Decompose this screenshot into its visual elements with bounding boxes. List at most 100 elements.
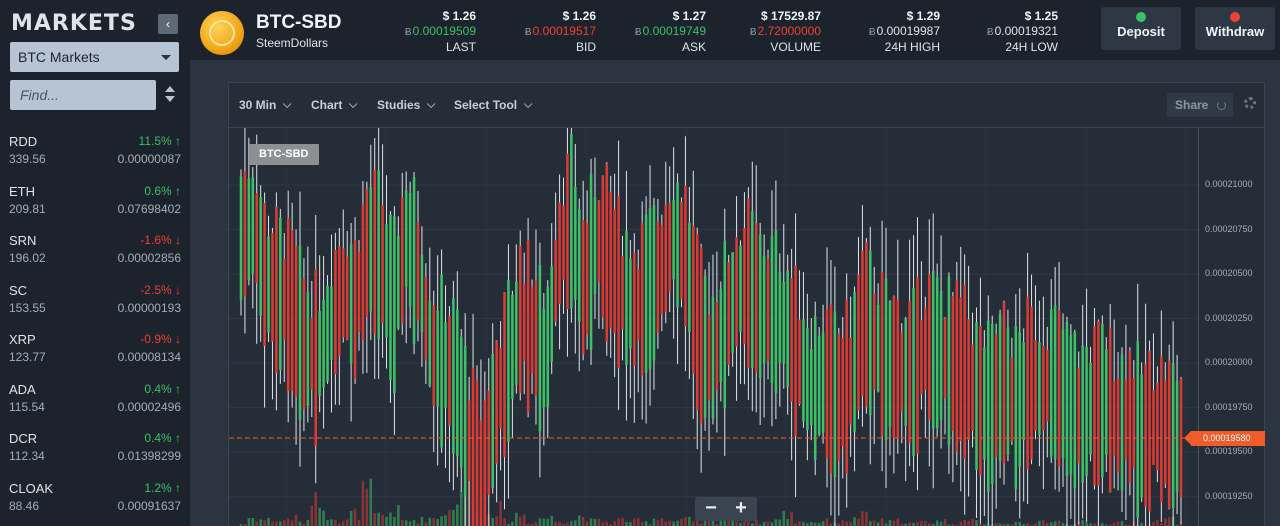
volume-bar xyxy=(589,518,593,526)
sort-toggle-icon[interactable] xyxy=(164,86,176,104)
interval-dropdown[interactable]: 30 Min xyxy=(239,98,292,112)
candle-body xyxy=(963,284,966,459)
market-row-rdd[interactable]: RDD 11.5% ↑ 339.56 0.00000087 xyxy=(0,130,190,180)
market-row-srn[interactable]: SRN -1.6% ↓ 196.02 0.00002856 xyxy=(0,229,190,279)
candle-body xyxy=(566,153,569,309)
market-row-ada[interactable]: ADA 0.4% ↑ 115.54 0.00002496 xyxy=(0,378,190,428)
candle-body xyxy=(397,235,400,329)
candlestick-plot[interactable] xyxy=(229,128,1198,526)
candle-body xyxy=(1034,340,1037,432)
candle-body xyxy=(715,302,719,391)
volume-bar xyxy=(664,521,668,526)
zoom-out-button[interactable]: − xyxy=(701,497,721,521)
candle-body xyxy=(865,242,868,408)
market-price: 0.07698402 xyxy=(117,201,181,216)
volume-bar xyxy=(975,520,978,526)
volume-bar xyxy=(908,522,911,526)
candle-body xyxy=(947,276,951,445)
candle-body xyxy=(1022,342,1025,441)
candle-body xyxy=(837,334,841,462)
candle-body xyxy=(790,278,793,402)
market-select[interactable]: BTC Markets xyxy=(10,42,179,72)
candle-body xyxy=(676,182,679,308)
candle-body xyxy=(1128,350,1132,483)
candle-body xyxy=(1171,363,1175,509)
chevron-left-icon[interactable]: ‹ xyxy=(158,14,178,34)
candle-body xyxy=(526,240,530,413)
volume-bar xyxy=(1018,521,1022,526)
sort-down-icon xyxy=(165,96,175,102)
volume-bar xyxy=(1152,521,1155,526)
candle-body xyxy=(475,380,479,526)
candle-body xyxy=(1030,306,1033,460)
candle-body xyxy=(833,311,837,478)
volume-bar xyxy=(365,488,369,526)
stat-label: LAST xyxy=(445,40,476,54)
candle-body xyxy=(880,271,884,436)
stat-usd: $ 1.29 xyxy=(906,9,940,23)
candle-body xyxy=(357,251,361,332)
withdraw-label: Withdraw xyxy=(1205,24,1265,39)
candle-body xyxy=(483,400,487,526)
candle-body xyxy=(251,177,255,274)
candle-body xyxy=(1097,320,1100,486)
market-row-xrp[interactable]: XRP -0.9% ↓ 123.77 0.00008134 xyxy=(0,328,190,378)
volume-bar xyxy=(459,491,463,526)
candle-body xyxy=(550,266,553,362)
market-volume: 339.56 xyxy=(9,152,46,166)
candle-body xyxy=(507,279,510,442)
market-volume: 123.77 xyxy=(9,350,46,364)
market-row-eth[interactable]: ETH 0.6% ↑ 209.81 0.07698402 xyxy=(0,180,190,230)
volume-bar xyxy=(581,516,585,526)
candle-body xyxy=(247,178,251,281)
zoom-in-button[interactable]: + xyxy=(731,497,751,521)
volume-bar xyxy=(916,522,919,526)
select-tool-dropdown[interactable]: Select Tool xyxy=(454,98,533,112)
share-label: Share xyxy=(1175,98,1209,112)
market-change: -0.9% ↓ xyxy=(140,332,181,346)
candle-body xyxy=(1136,340,1140,518)
select-tool-label: Select Tool xyxy=(454,98,518,112)
volume-bar xyxy=(770,522,774,526)
volume-bar xyxy=(251,518,255,526)
volume-bar xyxy=(613,521,616,526)
candle-body xyxy=(420,254,424,333)
volume-bar xyxy=(294,514,298,526)
candle-body xyxy=(499,347,502,429)
candle-body xyxy=(302,278,306,409)
candle-body xyxy=(518,245,522,393)
volume-bar xyxy=(943,519,947,526)
deposit-button[interactable]: Deposit xyxy=(1101,7,1181,50)
price-axis: 0.00021000 0.00020750 0.00020500 0.00020250… xyxy=(1184,128,1266,526)
candle-body xyxy=(259,197,262,316)
share-button[interactable]: Share xyxy=(1167,93,1233,117)
candle-body xyxy=(660,224,664,314)
candle-body xyxy=(271,232,274,342)
volume-bar xyxy=(400,520,404,526)
candle-body xyxy=(806,327,809,430)
bitcoin-icon: Ƀ xyxy=(986,27,994,38)
y-tick-label: 0.00020000 xyxy=(1205,357,1253,368)
search-input[interactable] xyxy=(10,80,156,110)
market-row-dcr[interactable]: DCR 0.4% ↑ 112.34 0.01398299 xyxy=(0,427,190,477)
volume-bar xyxy=(550,515,553,526)
candle-body xyxy=(341,248,345,338)
studies-dropdown[interactable]: Studies xyxy=(377,98,436,112)
market-row-cloak[interactable]: CLOAK 1.2% ↑ 88.46 0.00091637 xyxy=(0,477,190,526)
gear-icon[interactable] xyxy=(1244,97,1256,109)
volume-bar xyxy=(1156,520,1159,526)
candle-body xyxy=(369,186,373,312)
caret-down-icon xyxy=(161,55,171,60)
volume-bar xyxy=(656,520,660,526)
candle-body xyxy=(1148,351,1151,512)
candle-body xyxy=(589,174,593,351)
chart-type-dropdown[interactable]: Chart xyxy=(311,98,358,112)
withdraw-button[interactable]: Withdraw xyxy=(1195,7,1275,50)
candle-body xyxy=(782,281,786,364)
candle-body xyxy=(515,281,518,385)
volume-bar xyxy=(1081,520,1084,526)
volume-bar xyxy=(1053,521,1057,526)
stat-24h-high: $ 1.29 Ƀ0.00019987 24H HIGH xyxy=(810,9,940,54)
market-row-sc[interactable]: SC -2.5% ↓ 153.55 0.00000193 xyxy=(0,279,190,329)
candle-body xyxy=(326,285,329,382)
